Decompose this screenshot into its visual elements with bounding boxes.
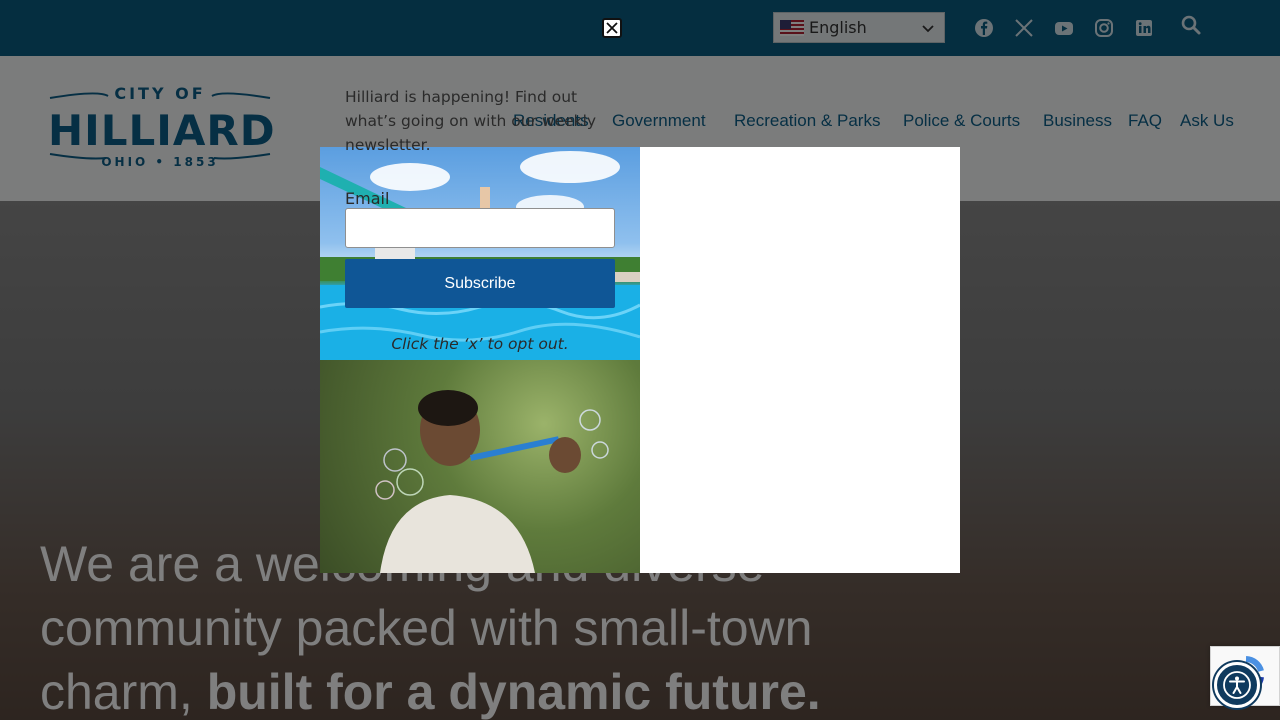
subscribe-button[interactable]: Subscribe	[345, 259, 615, 308]
accessibility-button[interactable]	[1214, 662, 1260, 708]
pool-illustration	[320, 151, 640, 360]
pool-diving-photo	[320, 147, 640, 360]
newsletter-intro: Hilliard is happening! Find out what’s g…	[345, 88, 597, 154]
email-field[interactable]	[345, 208, 615, 248]
child-illustration	[375, 390, 609, 573]
accessibility-icon	[1223, 671, 1251, 699]
close-icon	[606, 22, 618, 34]
close-button[interactable]	[602, 18, 622, 38]
child-bubbles-photo	[320, 360, 640, 573]
email-label: Email	[345, 189, 390, 208]
opt-out-note: Click the ‘x’ to opt out.	[391, 335, 569, 353]
